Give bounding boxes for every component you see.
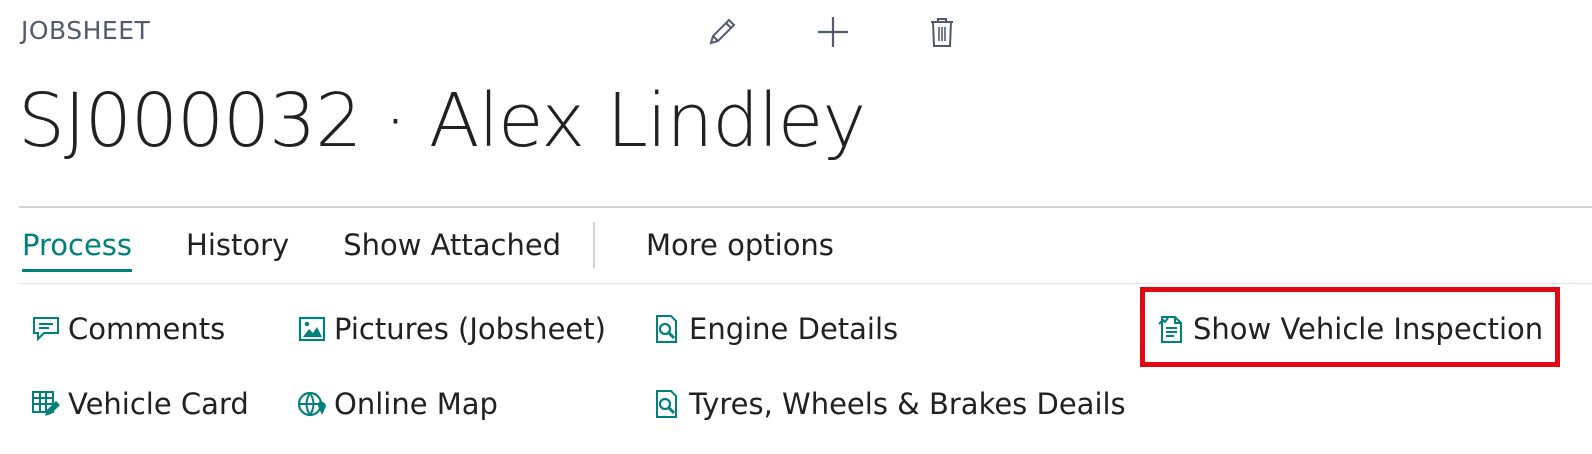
tab-separator: [593, 222, 595, 268]
jobsheet-page: JOBSHEET SJ000032 · Alex Lindley Process…: [0, 0, 1592, 454]
trash-icon: [924, 14, 960, 50]
vehicle-card-action[interactable]: Vehicle Card: [30, 387, 249, 421]
tyres-wheels-brakes-label: Tyres, Wheels & Brakes Deails: [689, 387, 1126, 421]
plus-icon: [815, 14, 851, 50]
document-search-icon: [651, 388, 683, 420]
new-button[interactable]: [813, 12, 853, 52]
tab-process[interactable]: Process: [22, 228, 133, 272]
tab-show-attached[interactable]: Show Attached: [343, 228, 561, 266]
pencil-icon: [704, 14, 740, 50]
pictures-action[interactable]: Pictures (Jobsheet): [296, 312, 606, 346]
comment-icon: [30, 313, 62, 345]
tyres-wheels-brakes-action[interactable]: Tyres, Wheels & Brakes Deails: [651, 387, 1126, 421]
tab-history[interactable]: History: [186, 228, 289, 266]
header-divider: [19, 206, 1592, 208]
highlight-box: [1140, 287, 1560, 367]
comments-label: Comments: [68, 312, 226, 346]
delete-button[interactable]: [922, 12, 962, 52]
page-title: SJ000032 · Alex Lindley: [18, 78, 866, 164]
document-search-icon: [651, 313, 683, 345]
tab-more-options[interactable]: More options: [646, 228, 834, 266]
vehicle-card-label: Vehicle Card: [68, 387, 249, 421]
engine-details-label: Engine Details: [689, 312, 899, 346]
picture-icon: [296, 313, 328, 345]
edit-button[interactable]: [702, 12, 742, 52]
card-edit-icon: [30, 388, 62, 420]
online-map-label: Online Map: [334, 387, 498, 421]
action-tabs: Process History Show Attached: [22, 228, 615, 272]
page-caption: JOBSHEET: [21, 16, 151, 45]
engine-details-action[interactable]: Engine Details: [651, 312, 898, 346]
globe-icon: [296, 388, 328, 420]
pictures-label: Pictures (Jobsheet): [334, 312, 606, 346]
online-map-action[interactable]: Online Map: [296, 387, 498, 421]
comments-action[interactable]: Comments: [30, 312, 225, 346]
